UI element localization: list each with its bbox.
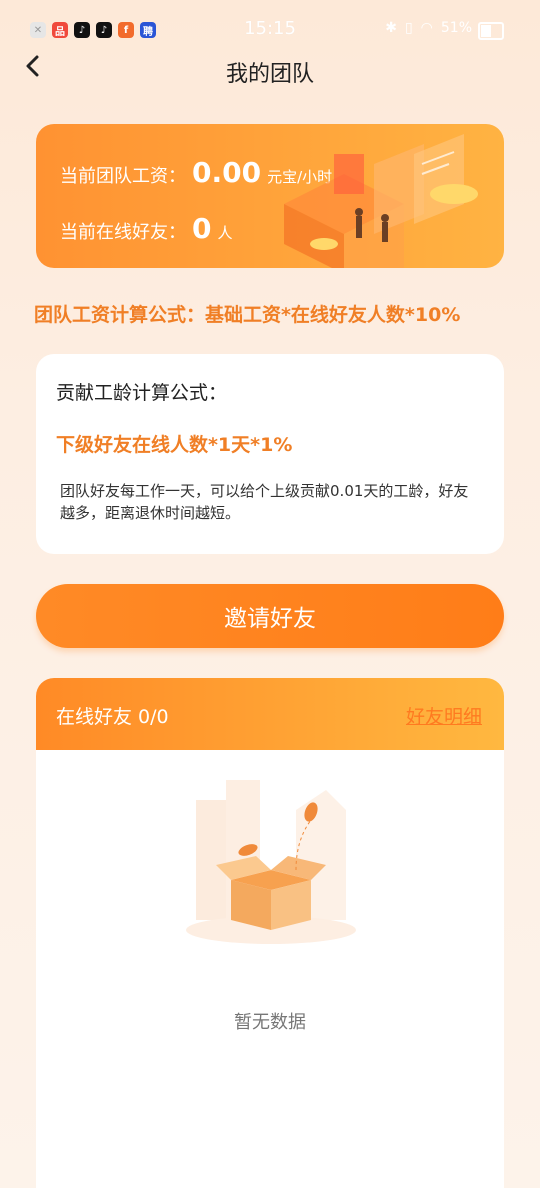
- nav-header: 我的团队: [0, 40, 540, 96]
- online-friends-row: 当前在线好友： 0 人: [60, 212, 233, 245]
- office-illustration: [284, 134, 478, 268]
- bluetooth-icon: ✱: [385, 20, 397, 36]
- online-friends-panel: 在线好友 0/0 好友明细 暂无数据: [36, 678, 504, 1188]
- status-indicators: ✱ ▯ ◠ 51%: [385, 20, 472, 36]
- contribution-card: 贡献工龄计算公式： 下级好友在线人数*1天*1% 团队好友每工作一天，可以给个上…: [36, 354, 504, 554]
- empty-state-text: 暂无数据: [234, 1012, 306, 1033]
- contribution-title: 贡献工龄计算公式：: [56, 382, 228, 404]
- battery-icon: [478, 22, 504, 40]
- wifi-icon: ◠: [420, 20, 433, 36]
- friends-panel-header: 在线好友 0/0 好友明细: [36, 678, 504, 750]
- page-title: 我的团队: [225, 62, 314, 87]
- contribution-formula: 下级好友在线人数*1天*1%: [56, 434, 293, 456]
- friend-details-link[interactable]: 好友明细: [406, 702, 482, 729]
- team-salary-card: 当前团队工资： 0.00 元宝/小时 当前在线好友： 0 人: [36, 124, 504, 268]
- battery-percent: 51%: [440, 20, 472, 36]
- online-friends-label: 当前在线好友：: [60, 222, 186, 243]
- invite-friends-button[interactable]: 邀请好友: [36, 584, 504, 648]
- contribution-description: 团队好友每工作一天，可以给个上级贡献0.01天的工龄，好友越多，距离退休时间越短…: [60, 482, 469, 522]
- online-friends-count: 在线好友 0/0: [56, 706, 169, 728]
- online-friends-value: 0: [192, 212, 212, 245]
- online-friends-unit: 人: [217, 224, 233, 242]
- team-salary-value: 0.00: [192, 156, 262, 189]
- empty-box-icon: [186, 780, 356, 944]
- vibrate-icon: ▯: [404, 20, 413, 36]
- team-salary-label: 当前团队工资：: [60, 166, 186, 187]
- team-salary-formula: 团队工资计算公式：基础工资*在线好友人数*10%: [34, 304, 461, 326]
